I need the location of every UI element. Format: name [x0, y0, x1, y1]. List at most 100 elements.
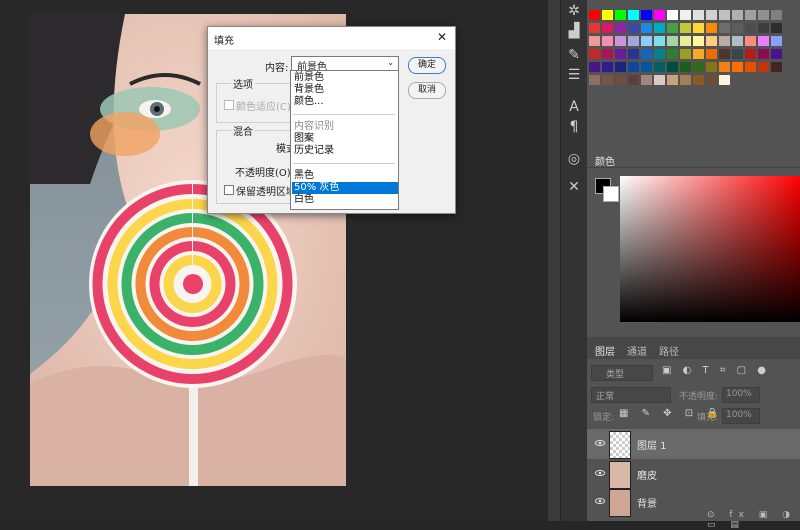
dropdown-option[interactable]: 图案 — [292, 133, 398, 145]
color-swatch[interactable] — [589, 75, 600, 85]
color-swatch[interactable] — [745, 36, 756, 46]
color-swatch[interactable] — [641, 10, 652, 20]
color-swatch[interactable] — [732, 23, 743, 33]
color-swatch[interactable] — [719, 75, 730, 85]
color-swatch[interactable] — [667, 62, 678, 72]
color-swatch[interactable] — [719, 23, 730, 33]
color-picker-icon[interactable]: ◎ — [565, 150, 583, 168]
tools-icon[interactable]: ✕ — [565, 178, 583, 196]
color-swatch[interactable] — [589, 62, 600, 72]
color-swatch[interactable] — [732, 10, 743, 20]
background-color-swatch[interactable] — [603, 186, 619, 202]
layer-filter-icons[interactable]: ▣ ◐ T ⌗ ▢ ● — [662, 365, 770, 376]
color-swatch[interactable] — [602, 75, 613, 85]
color-swatch[interactable] — [628, 49, 639, 59]
color-swatch[interactable] — [654, 23, 665, 33]
color-swatch[interactable] — [693, 10, 704, 20]
color-swatch[interactable] — [602, 49, 613, 59]
dropdown-option-selected[interactable]: 50% 灰色 — [292, 182, 398, 194]
color-swatch[interactable] — [667, 49, 678, 59]
character-icon[interactable]: A — [565, 98, 583, 116]
tab-paths[interactable]: 路径 — [659, 343, 679, 358]
color-swatch[interactable] — [641, 49, 652, 59]
color-swatch[interactable] — [693, 49, 704, 59]
color-swatch[interactable] — [693, 36, 704, 46]
color-swatch[interactable] — [706, 49, 717, 59]
color-swatch[interactable] — [758, 23, 769, 33]
color-swatch[interactable] — [706, 75, 717, 85]
histogram-icon[interactable]: ▟ — [565, 22, 583, 40]
color-swatch[interactable] — [589, 36, 600, 46]
color-swatch[interactable] — [745, 10, 756, 20]
color-swatch[interactable] — [693, 75, 704, 85]
dropdown-option[interactable]: 历史记录 — [292, 145, 398, 157]
color-swatch[interactable] — [602, 23, 613, 33]
color-swatch[interactable] — [654, 75, 665, 85]
color-swatch[interactable] — [654, 36, 665, 46]
close-icon[interactable]: ✕ — [437, 30, 447, 44]
color-swatch[interactable] — [654, 49, 665, 59]
color-swatch[interactable] — [771, 23, 782, 33]
tab-layers[interactable]: 图层 — [595, 343, 615, 358]
color-swatch[interactable] — [641, 23, 652, 33]
color-swatch[interactable] — [667, 10, 678, 20]
color-field[interactable] — [620, 176, 800, 322]
color-swatch[interactable] — [615, 36, 626, 46]
color-swatch[interactable] — [745, 49, 756, 59]
color-swatch[interactable] — [654, 62, 665, 72]
eye-icon[interactable] — [595, 468, 605, 478]
color-swatch[interactable] — [628, 62, 639, 72]
color-swatch[interactable] — [745, 23, 756, 33]
cancel-button[interactable]: 取消 — [408, 82, 446, 99]
color-swatch[interactable] — [680, 75, 691, 85]
color-swatch[interactable] — [641, 62, 652, 72]
color-swatch[interactable] — [771, 62, 782, 72]
fill-input[interactable]: 100% — [722, 408, 760, 424]
dropdown-option[interactable]: 内容识别 — [292, 121, 398, 133]
color-swatch[interactable] — [706, 10, 717, 20]
preserve-transparency-checkbox[interactable] — [224, 185, 234, 195]
color-swatch[interactable] — [615, 23, 626, 33]
color-swatch[interactable] — [628, 36, 639, 46]
color-swatch[interactable] — [667, 36, 678, 46]
color-swatch[interactable] — [719, 10, 730, 20]
color-swatch[interactable] — [706, 62, 717, 72]
color-swatch[interactable] — [680, 23, 691, 33]
color-swatch[interactable] — [719, 49, 730, 59]
sliders-icon[interactable]: ☰ — [565, 66, 583, 84]
color-swatch[interactable] — [654, 10, 665, 20]
paragraph-icon[interactable]: ¶ — [565, 118, 583, 136]
color-swatch[interactable] — [771, 49, 782, 59]
color-swatch[interactable] — [602, 62, 613, 72]
blend-mode-select[interactable]: 正常 — [591, 387, 671, 403]
dropdown-option[interactable]: 白色 — [292, 194, 398, 206]
color-swatch[interactable] — [628, 75, 639, 85]
dropdown-option[interactable]: 前景色 — [292, 72, 398, 84]
layer-footer-icons[interactable]: ⊙ fx ▣ ◑ ▭ ▤ — [707, 510, 800, 530]
color-swatch[interactable] — [732, 36, 743, 46]
color-swatch[interactable] — [719, 62, 730, 72]
color-swatch[interactable] — [758, 62, 769, 72]
color-swatch[interactable] — [615, 75, 626, 85]
opacity-input[interactable]: 100% — [722, 387, 760, 403]
color-swatch[interactable] — [602, 10, 613, 20]
color-swatch[interactable] — [602, 36, 613, 46]
brush-icon[interactable]: ✎ — [565, 46, 583, 64]
color-swatch[interactable] — [589, 49, 600, 59]
dropdown-option[interactable]: 背景色 — [292, 84, 398, 96]
dropdown-option[interactable]: 黑色 — [292, 170, 398, 182]
layer-filter-select[interactable]: 类型 — [591, 365, 653, 381]
color-swatch[interactable] — [589, 10, 600, 20]
color-swatch[interactable] — [628, 23, 639, 33]
color-swatch[interactable] — [667, 23, 678, 33]
color-swatch[interactable] — [667, 75, 678, 85]
color-swatch[interactable] — [641, 36, 652, 46]
color-swatch[interactable] — [732, 62, 743, 72]
color-swatch[interactable] — [628, 10, 639, 20]
layer-row[interactable]: 磨皮 — [587, 459, 800, 489]
color-swatch[interactable] — [745, 62, 756, 72]
color-adapt-checkbox[interactable] — [224, 100, 234, 110]
color-swatch[interactable] — [615, 10, 626, 20]
color-swatch[interactable] — [771, 36, 782, 46]
color-swatch[interactable] — [615, 49, 626, 59]
